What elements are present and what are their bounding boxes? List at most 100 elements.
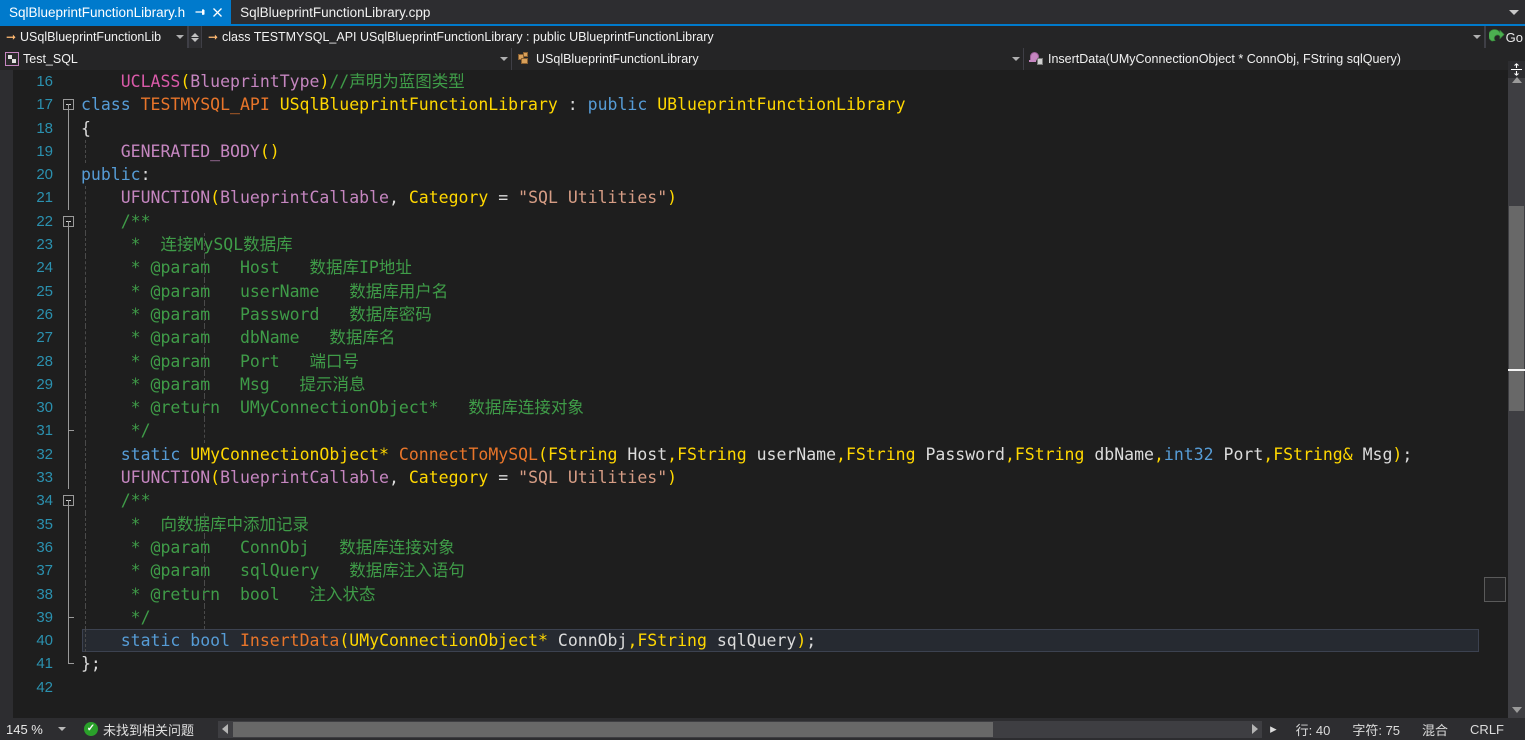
fold-column[interactable] [59,139,81,164]
vertical-scrollbar[interactable] [1508,61,1525,718]
code-line[interactable]: 20 public: [13,163,1483,187]
chevron-down-icon[interactable] [497,57,511,61]
code-line[interactable]: 37 * @param sqlQuery 数据库注入语句 [13,559,1483,583]
fold-column[interactable] [59,676,81,699]
fold-column[interactable] [59,163,81,187]
code-line[interactable]: 21 UFUNCTION(BlueprintCallable, Category… [13,186,1483,210]
code-line[interactable]: 40 static bool InsertData(UMyConnectionO… [13,629,1483,653]
fold-column[interactable] [59,535,81,560]
fold-column[interactable] [59,559,81,583]
tab-sqlblueprintfunctionlibrary-h[interactable]: SqlBlueprintFunctionLibrary.h [0,0,232,24]
horizontal-scrollbar[interactable] [218,720,1263,738]
code-lines-container[interactable]: 16 UCLASS(BlueprintType)//声明为蓝图类型 17 class… [13,70,1483,718]
code-line[interactable]: 30 * @return UMyConnectionObject* 数据库连接对… [13,396,1483,420]
class-dropdown[interactable]: USqlBlueprintFunctionLibrary [512,48,1024,70]
code-line[interactable]: 25 * @param userName 数据库用户名 [13,279,1483,303]
fold-column[interactable] [59,233,81,257]
issue-status[interactable]: ✓ 未找到相关问题 [84,720,194,739]
fold-column[interactable] [59,466,81,490]
chevron-down-icon[interactable] [191,37,199,42]
fold-column[interactable] [59,326,81,350]
code-token: dbName [1084,444,1154,464]
code-line[interactable]: 18 { [13,116,1483,140]
project-icon [5,52,19,66]
horizontal-scrollbar-thumb[interactable] [233,721,994,737]
code-line[interactable]: 36 * @param ConnObj 数据库连接对象 [13,535,1483,560]
fold-guide-line [68,442,69,467]
indent-guide [204,326,206,350]
code-line[interactable]: 31 */ [13,419,1483,443]
line-ending-indicator[interactable]: CRLF [1459,722,1515,737]
fold-column[interactable] [59,349,81,373]
scroll-down-arrow-icon[interactable] [1508,702,1525,718]
signature-dropdown[interactable]: ➞ class TESTMYSQL_API USqlBlueprintFunct… [202,26,1485,48]
fold-column[interactable] [59,279,81,303]
go-to-button[interactable]: Go [1484,26,1525,48]
fold-column[interactable] [59,442,81,467]
chevron-down-icon[interactable] [58,727,66,731]
project-dropdown[interactable]: Test_SQL [0,48,512,70]
chevron-down-icon[interactable] [1470,35,1484,39]
fold-column[interactable] [59,372,81,397]
fold-column[interactable] [59,302,81,327]
fold-column[interactable] [59,70,81,93]
code-line[interactable]: 23 * 连接MySQL数据库 [13,233,1483,257]
chevron-down-icon[interactable] [1509,9,1519,15]
code-line[interactable]: 33 UFUNCTION(BlueprintCallable, Category… [13,466,1483,490]
tab-sqlblueprintfunctionlibrary-cpp[interactable]: SqlBlueprintFunctionLibrary.cpp [231,0,445,24]
indent-guide [85,489,86,513]
fold-column[interactable] [59,512,81,536]
fold-column[interactable] [59,186,81,210]
code-line[interactable]: 27 * @param dbName 数据库名 [13,326,1483,350]
code-line[interactable]: 34 /** [13,489,1483,513]
code-token: class [81,95,131,115]
close-icon[interactable] [210,4,225,20]
code-line[interactable]: 24 * @param Host 数据库IP地址 [13,256,1483,280]
code-line[interactable]: 38 * @return bool 注入状态 [13,582,1483,606]
encoding-indicator[interactable]: 混合 [1411,720,1459,739]
scroll-right-arrow-icon[interactable] [1248,721,1262,738]
code-line[interactable]: 19 GENERATED_BODY() [13,139,1483,164]
fold-column[interactable] [59,419,81,443]
code-line[interactable]: 29 * @param Msg 提示消息 [13,372,1483,397]
zoom-control[interactable]: 145 % [0,722,72,737]
code-line[interactable]: 41}; [13,652,1483,675]
scope-spinner[interactable] [188,26,202,48]
code-line[interactable]: 16 UCLASS(BlueprintType)//声明为蓝图类型 [13,70,1483,93]
triangle-right-icon[interactable]: ▸ [1262,721,1285,737]
scroll-left-arrow-icon[interactable] [218,721,232,738]
fold-column[interactable] [59,256,81,280]
fold-column[interactable] [59,652,81,675]
code-line-text: * @param userName 数据库用户名 [81,279,1483,303]
scroll-up-arrow-icon[interactable] [1508,72,1525,88]
fold-column[interactable] [59,489,81,513]
fold-column[interactable] [59,605,81,630]
line-number: 22 [36,212,53,230]
fold-column[interactable] [59,210,81,234]
code-line[interactable]: 32 static UMyConnectionObject* ConnectTo… [13,442,1483,467]
code-line[interactable]: 22 /** [13,209,1483,234]
chevron-down-icon[interactable] [173,35,187,39]
method-dropdown[interactable]: InsertData(UMyConnectionObject * ConnObj… [1024,48,1525,70]
fold-column[interactable] [59,116,81,140]
fold-column[interactable] [59,629,81,653]
chevron-up-icon[interactable] [191,32,199,37]
code-line[interactable]: 35 * 向数据库中添加记录 [13,512,1483,536]
code-line[interactable]: 17 class TESTMYSQL_API USqlBlueprintFunct… [13,93,1483,117]
code-token: , [627,631,638,651]
project-dropdown-value: Test_SQL [23,52,78,66]
chevron-down-icon[interactable] [1009,57,1023,61]
code-line[interactable]: 28 * @param Port 端口号 [13,349,1483,373]
code-editor[interactable]: 16 UCLASS(BlueprintType)//声明为蓝图类型 17 class… [0,70,1525,718]
code-line[interactable]: 39 */ [13,605,1483,630]
vertical-scrollbar-thumb[interactable] [1509,206,1524,411]
fold-column[interactable] [59,396,81,420]
scope-dropdown[interactable]: ➞ USqlBlueprintFunctionLib [0,26,188,48]
pin-icon[interactable] [193,4,208,20]
fold-column[interactable] [59,93,81,117]
fold-column[interactable] [59,582,81,606]
code-line[interactable]: 26 * @param Password 数据库密码 [13,302,1483,327]
code-token: () [259,141,280,161]
code-line[interactable]: 42 [13,676,1483,699]
